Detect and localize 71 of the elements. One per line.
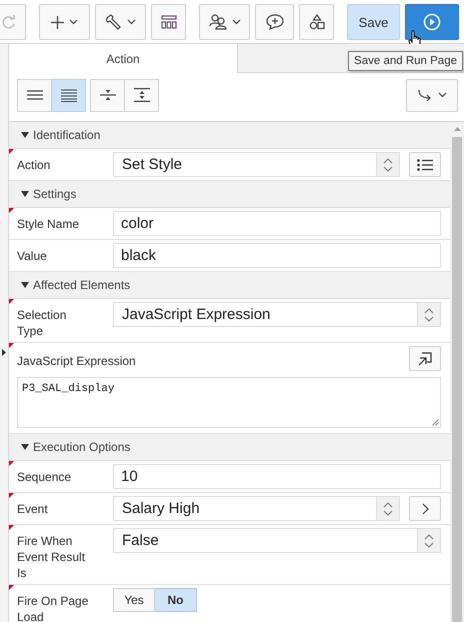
field-label: Event [17, 501, 49, 518]
section-header[interactable]: Settings [9, 181, 450, 208]
up-down-icon [424, 308, 434, 322]
three-lines-icon [26, 90, 42, 100]
select-field[interactable]: Salary High [113, 496, 400, 521]
section-title: Settings [33, 187, 76, 201]
plus-icon [51, 16, 64, 28]
field-label: Action [17, 157, 52, 174]
field-label: Sequence [17, 469, 72, 486]
run-button[interactable] [405, 4, 459, 40]
chevron-down-icon [438, 92, 446, 98]
toggle-option[interactable]: No [155, 588, 197, 612]
popout-icon [418, 352, 432, 366]
field-label: Fire When Event Result Is [17, 533, 86, 581]
chevron-down-icon [69, 19, 78, 25]
go-to-button[interactable] [406, 78, 458, 112]
collapse-icon [100, 88, 116, 102]
people-icon [208, 14, 226, 30]
tab[interactable]: Action [9, 44, 238, 73]
redo-icon [2, 15, 16, 29]
chevron-down-icon [232, 19, 240, 25]
select-field[interactable]: Set Style [113, 152, 400, 177]
full-view-button[interactable] [51, 78, 86, 112]
text-field[interactable]: color [113, 211, 441, 236]
comment-icon [266, 14, 284, 30]
field-label: Value [17, 248, 48, 265]
list-icon [417, 158, 433, 170]
comments-button[interactable] [255, 4, 294, 40]
section-title: Execution Options [33, 440, 130, 454]
list-button[interactable] [409, 152, 441, 177]
resize-handle-icon [432, 419, 439, 426]
chevron-down-icon [126, 19, 136, 25]
expand-all-button[interactable] [124, 78, 159, 112]
up-down-icon [424, 534, 434, 548]
text-field[interactable]: 10 [113, 464, 441, 489]
open-editor-button[interactable] [409, 346, 441, 371]
up-down-icon [383, 158, 393, 172]
section-header[interactable]: Identification [9, 122, 450, 149]
scrollbar[interactable] [450, 122, 464, 622]
scrollbar-thumb[interactable] [452, 137, 462, 622]
expand-icon [134, 88, 150, 102]
field-label: Style Name [17, 216, 80, 233]
section-header[interactable]: Execution Options [9, 434, 450, 461]
section-title: Identification [33, 128, 100, 142]
play-icon [423, 13, 441, 31]
up-down-icon [383, 502, 393, 516]
field-label: JavaScript Expression [17, 353, 136, 369]
team-button[interactable] [199, 4, 250, 40]
collapse-all-button[interactable] [90, 78, 125, 112]
select-field[interactable]: JavaScript Expression [113, 302, 441, 327]
save-button[interactable]: Save [347, 4, 400, 40]
curved-arrow-icon [418, 89, 432, 101]
code-editor[interactable]: P3_SAL_display [17, 377, 441, 428]
columns-icon [160, 15, 176, 29]
toggle-option[interactable]: Yes [113, 588, 155, 612]
text-field[interactable]: black [113, 243, 441, 268]
tooltip: Save and Run Page [348, 51, 463, 71]
utilities-button[interactable] [95, 4, 146, 40]
chevron-right-icon [422, 502, 428, 514]
shapes-button[interactable] [299, 4, 334, 40]
field-label: Selection Type [17, 307, 68, 339]
layout-button[interactable] [151, 4, 186, 40]
field-label: Fire On Page Load [17, 593, 90, 622]
many-lines-icon [60, 88, 76, 102]
wrench-icon [106, 14, 122, 30]
compact-view-button[interactable] [17, 78, 52, 112]
select-field[interactable]: False [113, 528, 441, 553]
section-header[interactable]: Affected Elements [9, 272, 450, 299]
section-title: Affected Elements [33, 278, 130, 292]
shapes-icon [308, 14, 324, 30]
expand-handle-icon[interactable] [2, 349, 6, 356]
